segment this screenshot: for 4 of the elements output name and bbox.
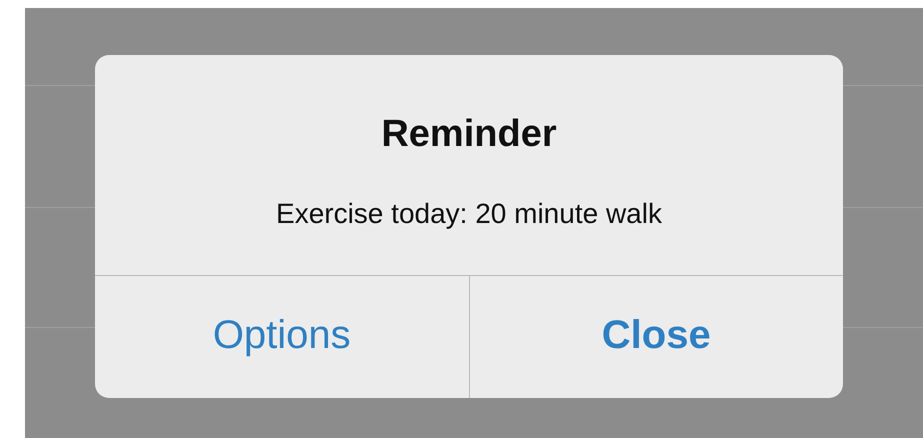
alert-title: Reminder xyxy=(381,113,557,156)
options-button[interactable]: Options xyxy=(95,276,468,398)
close-button[interactable]: Close xyxy=(468,276,843,398)
alert-message: Exercise today: 20 minute walk xyxy=(276,198,662,230)
